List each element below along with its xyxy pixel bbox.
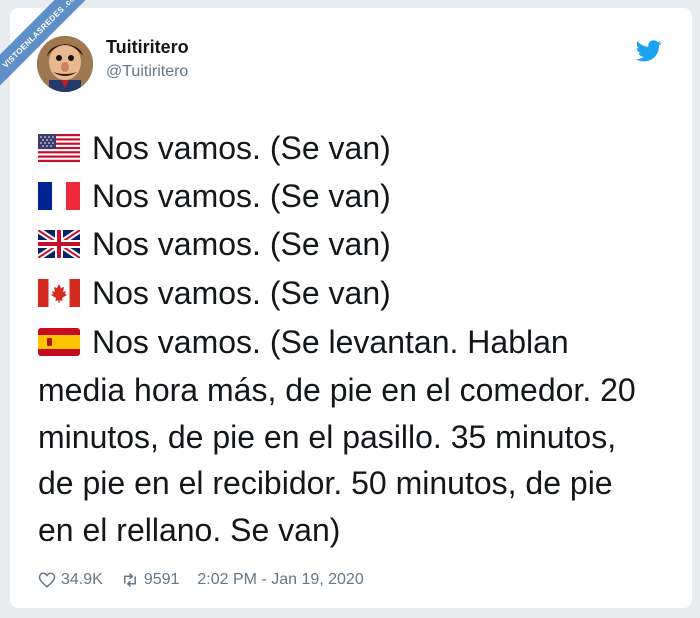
- twitter-bird-icon[interactable]: [636, 40, 662, 62]
- tweet-line-text: Nos vamos. (Se van): [92, 274, 391, 311]
- tweet-timestamp[interactable]: 2:02 PM - Jan 19, 2020: [197, 571, 363, 589]
- tweet-footer: 34.9K 9591 2:02 PM - Jan 19, 2020: [38, 571, 364, 589]
- tweet-paragraph-line: media hora más, de pie en el comedor. 20: [38, 372, 636, 408]
- tweet-line-text: Nos vamos. (Se van): [92, 225, 391, 262]
- tweet-line-spain: Nos vamos. (Se levantan. Hablan: [38, 322, 569, 362]
- watermark-text: VISTOENLASREDES .com: [0, 0, 92, 90]
- tweet-line-uk: Nos vamos. (Se van): [38, 224, 391, 264]
- uk-flag-icon: [38, 230, 80, 258]
- tweet-line-text: Nos vamos. (Se levantan. Hablan: [92, 323, 569, 360]
- retweet-icon[interactable]: [121, 571, 139, 589]
- france-flag-icon: [38, 182, 80, 210]
- tweet-paragraph-line: de pie en el recibidor. 50 minutos, de p…: [38, 465, 613, 501]
- tweet-line-france: Nos vamos. (Se van): [38, 176, 391, 216]
- retweet-count: 9591: [143, 571, 180, 588]
- tweet-line-canada: Nos vamos. (Se van): [38, 273, 391, 313]
- like-count: 34.9K: [61, 571, 103, 588]
- us-flag-icon: [38, 134, 80, 162]
- tweet-line-text: Nos vamos. (Se van): [92, 177, 391, 214]
- spain-flag-icon: [38, 328, 80, 356]
- canada-flag-icon: [38, 279, 80, 307]
- author-handle[interactable]: @Tuitiritero: [106, 63, 188, 81]
- heart-icon[interactable]: [38, 571, 56, 589]
- author-name[interactable]: Tuitiritero: [106, 37, 189, 58]
- tweet-paragraph-line: en el rellano. Se van): [38, 511, 341, 548]
- watermark-badge: VISTOENLASREDES .com: [0, 0, 92, 92]
- tweet-paragraph-line: minutos, de pie en el pasillo. 35 minuto…: [38, 418, 617, 455]
- tweet-line-text: Nos vamos. (Se van): [92, 129, 391, 166]
- tweet-paragraph: media hora más, de pie en el comedor. 20…: [38, 367, 678, 553]
- tweet-line-us: Nos vamos. (Se van): [38, 128, 391, 168]
